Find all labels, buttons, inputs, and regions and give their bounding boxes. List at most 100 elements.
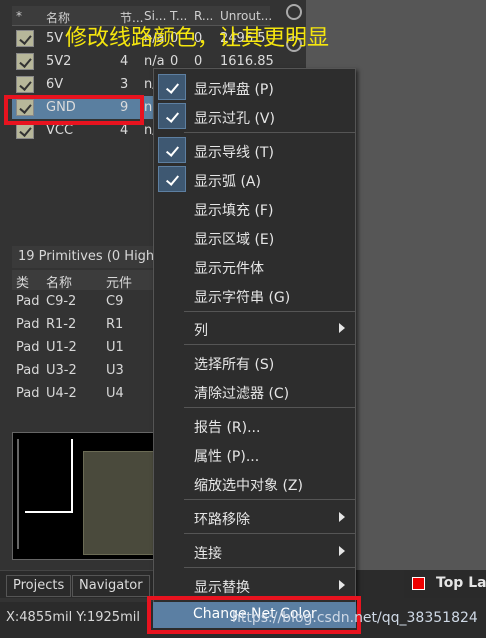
menu-item-label: 显示导线 (T) (194, 145, 274, 161)
primitive-type: Pad (16, 340, 40, 355)
primitive-type: Pad (16, 317, 40, 332)
net-name: 5V2 (46, 54, 72, 69)
primitive-type: Pad (16, 363, 40, 378)
menu-item-label: 显示弧 (A) (194, 174, 261, 190)
net-name: 5V (46, 31, 64, 46)
primitive-type: Pad (16, 386, 40, 401)
menu-item-properties[interactable]: 属性 (P)... (154, 441, 355, 467)
submenu-arrow-icon (339, 546, 345, 556)
menu-item-show-arcs[interactable]: 显示弧 (A) (154, 166, 355, 192)
tab-navigator[interactable]: Navigator (72, 575, 150, 597)
submenu-arrow-icon (339, 580, 345, 590)
primitive-name: R1-2 (46, 317, 77, 332)
menu-separator (184, 567, 355, 568)
primitive-name: U4-2 (46, 386, 77, 401)
menu-item-label: 连接 (194, 546, 222, 562)
menu-item-show-regions[interactable]: 显示区域 (E) (154, 224, 355, 250)
primitive-name: U1-2 (46, 340, 77, 355)
net-visible-checkbox[interactable] (16, 76, 34, 93)
primitive-component: R1 (106, 317, 124, 332)
menu-item-connect[interactable]: 连接 (154, 538, 355, 564)
net-nodes: 3 (120, 77, 129, 92)
minimap-trace (25, 511, 73, 513)
col-header-component[interactable]: 元件 (106, 272, 132, 291)
menu-item-label: 显示过孔 (V) (194, 111, 275, 127)
net-t: 0 (170, 54, 179, 69)
menu-item-show-strings[interactable]: 显示字符串 (G) (154, 282, 355, 308)
menu-item-label: 环路移除 (194, 512, 250, 528)
primitive-component: C9 (106, 294, 124, 309)
primitive-type: Pad (16, 294, 40, 309)
net-visible-checkbox[interactable] (16, 30, 34, 47)
primitive-name: C9-2 (46, 294, 77, 309)
menu-item-label: 显示焊盘 (P) (194, 82, 274, 98)
net-visible-checkbox[interactable] (16, 53, 34, 70)
col-header-type[interactable]: 类 (16, 272, 29, 291)
menu-item-label: 属性 (P)... (194, 449, 260, 465)
net-name: VCC (46, 123, 74, 138)
minimap-trace (71, 439, 73, 513)
watermark-url: https://blog.csdn.net/qq_38351824 (232, 610, 478, 626)
check-icon (158, 166, 186, 192)
net-unrouted: 1616.85 (220, 54, 274, 69)
submenu-arrow-icon (339, 512, 345, 522)
menu-separator (184, 407, 355, 408)
layer-color-swatch (412, 577, 425, 590)
tab-projects[interactable]: Projects (6, 575, 72, 597)
annotation-caption: 修改线路颜色，让其更明显 (65, 26, 330, 51)
net-si: n (144, 100, 153, 115)
menu-item-report[interactable]: 报告 (R)... (154, 412, 355, 438)
menu-item-show-replace[interactable]: 显示替换 (154, 572, 355, 598)
layer-tab-label: Top Lay (436, 575, 486, 591)
submenu-arrow-icon (339, 323, 345, 333)
menu-item-label: 显示区域 (E) (194, 232, 275, 248)
menu-item-select-all[interactable]: 选择所有 (S) (154, 349, 355, 375)
menu-item-show-tracks[interactable]: 显示导线 (T) (154, 137, 355, 163)
canvas-button-icon[interactable] (286, 4, 302, 20)
menu-separator (184, 311, 355, 312)
minimap-board (83, 451, 161, 555)
menu-item-show-pads[interactable]: 显示焊盘 (P) (154, 74, 355, 100)
menu-item-columns[interactable]: 列 (154, 315, 355, 341)
menu-item-zoom-selected[interactable]: 缩放选中对象 (Z) (154, 470, 355, 496)
net-nodes: 4 (120, 123, 129, 138)
annotation-box (4, 95, 144, 125)
menu-item-clear-filter[interactable]: 清除过滤器 (C) (154, 378, 355, 404)
primitive-name: U3-2 (46, 363, 77, 378)
menu-separator (184, 499, 355, 500)
menu-item-loop-removal[interactable]: 环路移除 (154, 504, 355, 530)
layer-tab-top[interactable]: Top Lay (404, 570, 486, 598)
menu-item-show-fills[interactable]: 显示填充 (F) (154, 195, 355, 221)
menu-separator (184, 132, 355, 133)
menu-item-show-vias[interactable]: 显示过孔 (V) (154, 103, 355, 129)
net-r: 0 (194, 54, 203, 69)
col-header[interactable]: * (16, 9, 22, 23)
primitives-count: 19 Primitives (0 Highlig (18, 249, 170, 264)
board-minimap[interactable] (12, 432, 162, 560)
check-icon (158, 103, 186, 129)
check-icon (158, 137, 186, 163)
menu-separator (184, 533, 355, 534)
menu-item-label: 显示元件体 (194, 261, 264, 277)
net-name: 6V (46, 77, 64, 92)
cursor-coordinates: X:4855mil Y:1925mil (6, 610, 140, 625)
menu-item-label: 清除过滤器 (C) (194, 386, 290, 402)
menu-item-label: 选择所有 (S) (194, 357, 275, 373)
net-nodes: 4 (120, 54, 129, 69)
primitive-component: U1 (106, 340, 124, 355)
primitive-component: U3 (106, 363, 124, 378)
menu-item-label: 显示填充 (F) (194, 203, 274, 219)
primitive-component: U4 (106, 386, 124, 401)
menu-item-label: 显示替换 (194, 580, 250, 596)
menu-item-show-component-bodies[interactable]: 显示元件体 (154, 253, 355, 279)
col-header-name[interactable]: 名称 (46, 272, 72, 291)
menu-separator (184, 344, 355, 345)
menu-item-label: 缩放选中对象 (Z) (194, 478, 303, 494)
context-menu: 显示焊盘 (P) 显示过孔 (V) 显示导线 (T) 显示弧 (A) 显示填充 … (153, 68, 356, 603)
menu-item-label: 报告 (R)... (194, 420, 261, 436)
net-si: n/a (144, 54, 165, 69)
check-icon (158, 74, 186, 100)
minimap-outline (17, 439, 19, 549)
menu-item-label: 列 (194, 323, 208, 339)
menu-item-label: 显示字符串 (G) (194, 290, 291, 306)
